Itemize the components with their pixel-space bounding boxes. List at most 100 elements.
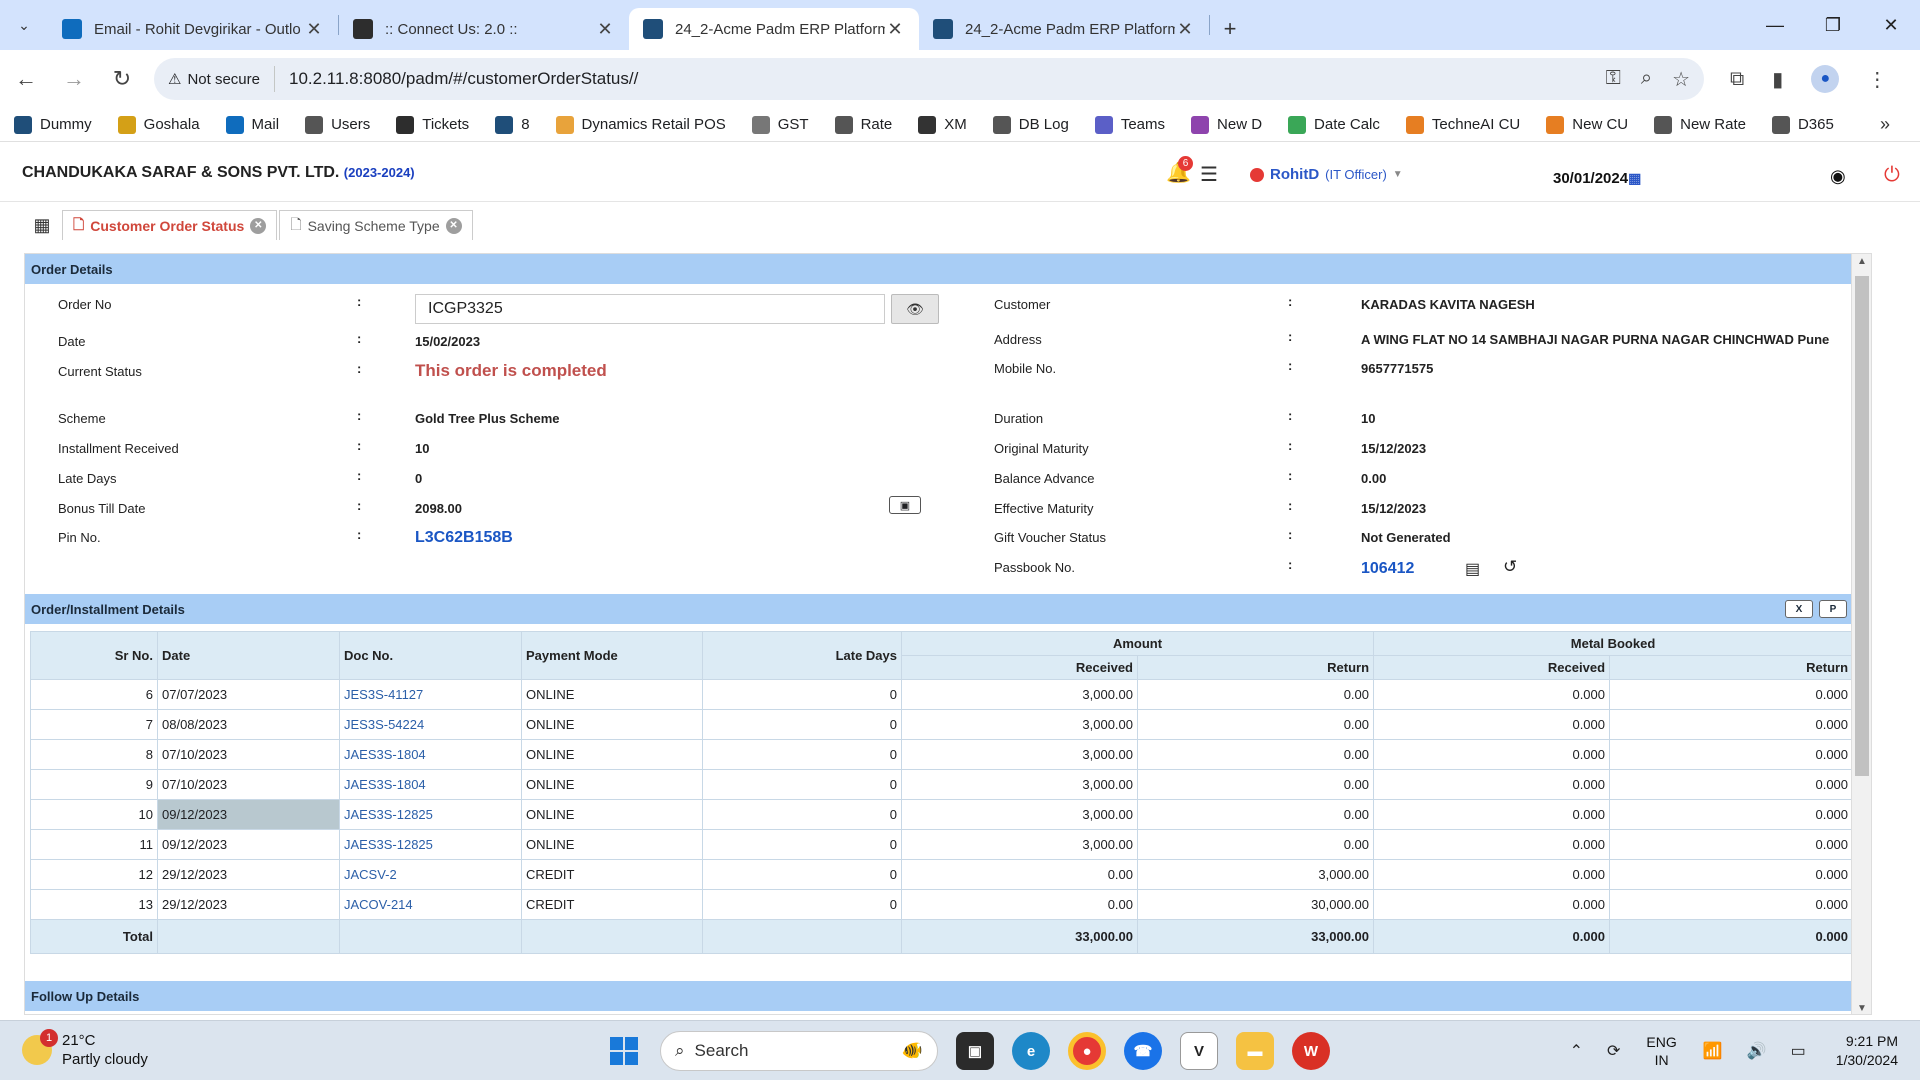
star-icon[interactable]: ☆ (1672, 67, 1690, 92)
close-icon[interactable]: ✕ (885, 19, 905, 40)
scroll-down-icon[interactable]: ▼ (1857, 1003, 1867, 1014)
cell-doc-no[interactable]: JAES3S-1804 (339, 769, 522, 800)
cell-doc-no[interactable]: JACSV-2 (339, 859, 522, 890)
close-tab-icon[interactable]: ✕ (250, 217, 267, 234)
bonus-detail-button[interactable]: ▣ (889, 496, 921, 514)
calendar-icon[interactable]: ▦ (1628, 170, 1641, 186)
clock[interactable]: 9:21 PM 1/30/2024 (1836, 1032, 1898, 1070)
taskbar-search[interactable]: ⌕ Search 🐠 (660, 1031, 938, 1071)
page-scrollbar[interactable]: ▲ ▼ (1851, 254, 1871, 1014)
eye-slash-icon[interactable]: ◉ (1830, 166, 1846, 187)
close-icon[interactable]: ✕ (304, 19, 324, 40)
bookmark-item[interactable]: Goshala (117, 115, 200, 134)
kebab-menu-icon[interactable]: ⋮ (1867, 67, 1887, 92)
passbook-icon[interactable]: ▤ (1465, 559, 1480, 579)
url-text[interactable]: 10.2.11.8:8080/padm/#/customerOrderStatu… (275, 69, 1606, 89)
table-row[interactable]: 13 29/12/2023 JACOV-214 CREDIT 0 0.00 30,000.0… (30, 889, 1854, 920)
order-no-input[interactable] (415, 294, 885, 324)
start-button[interactable] (606, 1033, 642, 1069)
bookmark-item[interactable]: Rate (834, 115, 892, 134)
sidepanel-icon[interactable]: ▮ (1772, 67, 1783, 92)
security-indicator[interactable]: ⚠ Not secure (168, 66, 275, 92)
power-icon[interactable]: ⏻ (1884, 164, 1900, 187)
bookmark-item[interactable]: 8 (495, 115, 530, 134)
user-menu[interactable]: RohitD (IT Officer) ▼ (1250, 166, 1403, 183)
bookmark-item[interactable]: Dummy (14, 115, 92, 134)
bookmark-item[interactable]: Tickets (396, 115, 469, 134)
close-window-icon[interactable]: ✕ (1862, 0, 1920, 50)
new-tab-button[interactable]: + (1210, 8, 1250, 50)
bookmark-item[interactable]: Mail (225, 115, 279, 134)
bookmark-item[interactable]: DB Log (992, 115, 1069, 134)
key-icon[interactable]: ⚿ (1606, 67, 1621, 92)
table-row[interactable]: 10 09/12/2023 JAES3S-12825 ONLINE 0 3,000.00 0… (30, 799, 1854, 830)
cell-doc-no[interactable]: JAES3S-1804 (339, 739, 522, 770)
scroll-up-icon[interactable]: ▲ (1857, 256, 1867, 267)
table-row[interactable]: 12 29/12/2023 JACSV-2 CREDIT 0 0.00 3,000.00 0.… (30, 859, 1854, 890)
bookmark-item[interactable]: XM (918, 115, 967, 134)
forward-button[interactable]: → (52, 57, 96, 101)
tab-saving-scheme-type[interactable]: 🗋 Saving Scheme Type ✕ (279, 210, 473, 240)
table-row[interactable]: 6 07/07/2023 JES3S-41127 ONLINE 0 3,000.00 0.0… (30, 679, 1854, 710)
extensions-icon[interactable]: ⧉ (1730, 68, 1744, 91)
browser-tab-erp[interactable]: 24_2-Acme Padm ERP Platform ✕ (919, 8, 1209, 50)
bookmark-item[interactable]: New Rate (1654, 115, 1746, 134)
wifi-icon[interactable]: 📶 (1703, 1041, 1723, 1061)
task-view-icon[interactable]: ▣ (956, 1032, 994, 1070)
cell-doc-no[interactable]: JACOV-214 (339, 889, 522, 920)
edge-icon[interactable]: e (1012, 1032, 1050, 1070)
cell-doc-no[interactable]: JAES3S-12825 (339, 829, 522, 860)
bookmark-item[interactable]: New D (1191, 115, 1262, 134)
business-date[interactable]: 30/01/2024▦ (1553, 170, 1641, 187)
table-row[interactable]: 11 09/12/2023 JAES3S-12825 ONLINE 0 3,000.00 0… (30, 829, 1854, 860)
tab-customer-order-status[interactable]: 🗋 Customer Order Status ✕ (62, 210, 278, 240)
list-icon[interactable]: ☰ (1200, 162, 1218, 187)
cell-doc-no[interactable]: JES3S-41127 (339, 679, 522, 710)
browser-tab-outlook[interactable]: Email - Rohit Devgirikar - Outlo ✕ (48, 8, 338, 50)
history-icon[interactable]: ↺ (1503, 557, 1517, 577)
file-explorer-icon[interactable]: ▬ (1236, 1032, 1274, 1070)
sync-icon[interactable]: ⟳ (1607, 1041, 1620, 1061)
browser-tab-connect[interactable]: :: Connect Us: 2.0 :: ✕ (339, 8, 629, 50)
bookmark-item[interactable]: New CU (1546, 115, 1628, 134)
bookmark-item[interactable]: TechneAI CU (1405, 115, 1520, 134)
close-tab-icon[interactable]: ✕ (445, 217, 462, 234)
vnc-icon[interactable]: V (1180, 1032, 1218, 1070)
grid-menu-icon[interactable]: ▦ (22, 210, 62, 240)
bookmark-item[interactable]: Teams (1094, 115, 1165, 134)
table-row[interactable]: 9 07/10/2023 JAES3S-1804 ONLINE 0 3,000.00 0.0… (30, 769, 1854, 800)
wps-office-icon[interactable]: W (1292, 1032, 1330, 1070)
zoom-icon[interactable]: ⌕ (1641, 67, 1652, 92)
view-order-button[interactable]: 👁 (891, 294, 939, 324)
minimize-icon[interactable]: — (1746, 0, 1804, 50)
more-bookmarks-icon[interactable]: » (1880, 114, 1890, 135)
bookmark-item[interactable]: D365 (1771, 115, 1834, 134)
restore-icon[interactable]: ❐ (1804, 0, 1862, 50)
scroll-thumb[interactable] (1855, 276, 1869, 776)
battery-icon[interactable]: ▭ (1791, 1041, 1806, 1061)
close-icon[interactable]: ✕ (1175, 19, 1195, 40)
bookmark-item[interactable]: Dynamics Retail POS (555, 115, 726, 134)
bookmark-item[interactable]: Users (305, 115, 370, 134)
excel-export-icon[interactable]: X (1785, 600, 1813, 618)
browser-tab-erp-active[interactable]: 24_2-Acme Padm ERP Platform ✕ (629, 8, 919, 50)
back-button[interactable]: ← (4, 57, 48, 101)
close-icon[interactable]: ✕ (595, 19, 615, 40)
chrome-icon[interactable]: ● (1068, 1032, 1106, 1070)
weather-widget[interactable]: 1 21°C Partly cloudy (22, 1029, 148, 1069)
cell-doc-no[interactable]: JAES3S-12825 (339, 799, 522, 830)
skype-icon[interactable]: ☎ (1124, 1032, 1162, 1070)
profile-avatar-icon[interactable]: ● (1811, 65, 1840, 93)
pdf-export-icon[interactable]: P (1819, 600, 1847, 618)
volume-icon[interactable]: 🔊 (1747, 1041, 1767, 1061)
tab-search-button[interactable]: ⌄ (0, 0, 48, 50)
bookmark-item[interactable]: GST (751, 115, 809, 134)
cell-doc-no[interactable]: JES3S-54224 (339, 709, 522, 740)
reload-button[interactable]: ↻ (100, 57, 144, 101)
address-bar[interactable]: ⚠ Not secure 10.2.11.8:8080/padm/#/custo… (154, 58, 1704, 100)
table-row[interactable]: 7 08/08/2023 JES3S-54224 ONLINE 0 3,000.00 0.0… (30, 709, 1854, 740)
chevron-up-icon[interactable]: ⌃ (1570, 1041, 1583, 1061)
language-indicator[interactable]: ENG IN (1646, 1033, 1676, 1069)
table-row[interactable]: 8 07/10/2023 JAES3S-1804 ONLINE 0 3,000.00 0.0… (30, 739, 1854, 770)
bookmark-item[interactable]: Date Calc (1288, 115, 1380, 134)
